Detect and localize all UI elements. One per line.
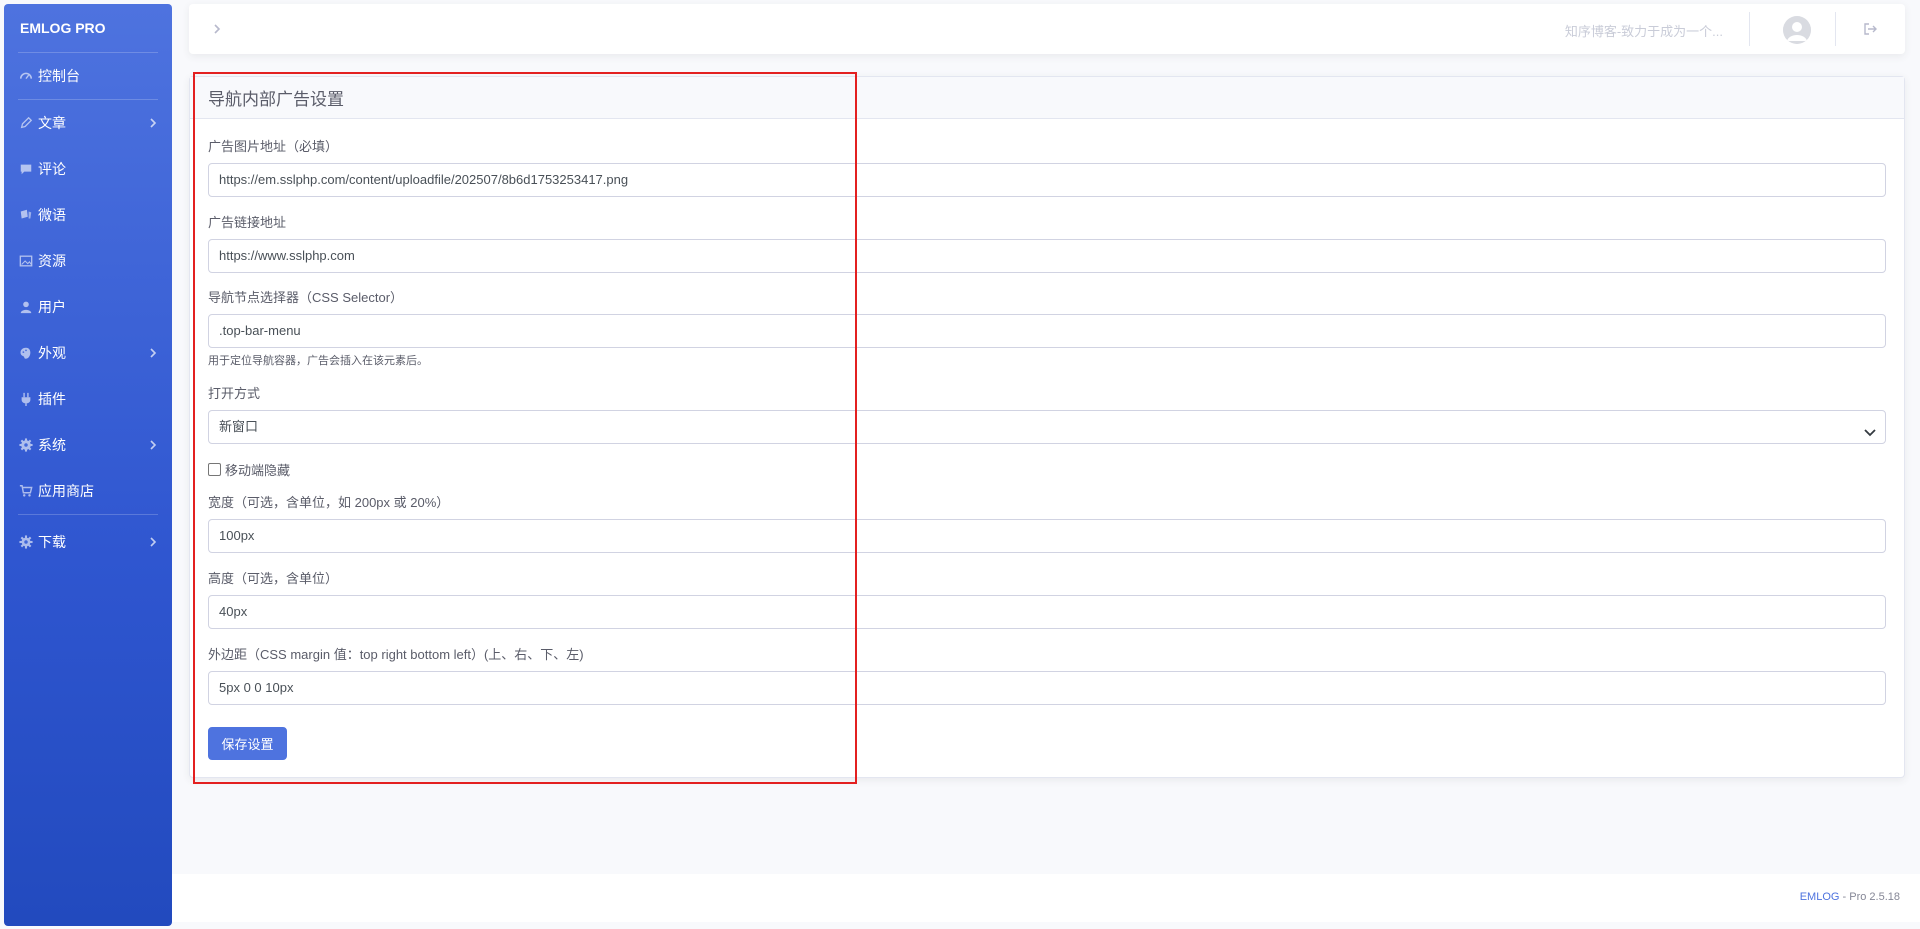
sidebar-item-comments[interactable]: 评论	[4, 146, 172, 192]
footer-text: EMLOG - Pro 2.5.18	[1800, 891, 1900, 903]
margin-group: 外边距（CSS margin 值：top right bottom left）(…	[208, 645, 1886, 705]
selector-group: 导航节点选择器（CSS Selector） .top-bar-menu 用于定位…	[208, 288, 1886, 368]
sidebar-item-system[interactable]: 系统	[4, 422, 172, 468]
chevron-down-icon	[1864, 429, 1876, 437]
sidebar-item-plugins[interactable]: 插件	[4, 376, 172, 422]
sidebar-item-label: 应用商店	[38, 483, 94, 499]
sidebar-item-label: 用户	[38, 299, 66, 315]
sidebar-item-label: 微语	[38, 207, 66, 223]
sidebar-item-media[interactable]: 资源	[4, 238, 172, 284]
pencil-icon	[18, 115, 34, 131]
chevron-right-icon	[150, 537, 157, 547]
height-label: 高度（可选，含单位）	[208, 571, 339, 586]
margin-label: 外边距（CSS margin 值：top right bottom left）(…	[208, 647, 584, 662]
sidebar-item-label: 资源	[38, 253, 66, 269]
height-group: 高度（可选，含单位） 40px	[208, 569, 1886, 629]
width-label: 宽度（可选，含单位，如 200px 或 20%）	[208, 495, 450, 510]
footer: EMLOG - Pro 2.5.18	[172, 874, 1920, 922]
image-icon	[18, 253, 34, 269]
width-input[interactable]: 100px	[208, 519, 1886, 553]
selector-help-text: 用于定位导航容器，广告会插入在该元素后。	[208, 355, 428, 367]
topbar-divider	[1835, 12, 1836, 46]
link-url-group: 广告链接地址 https://www.sslphp.com	[208, 213, 1886, 273]
dashboard-icon	[18, 68, 34, 84]
sidebar-item-app-store[interactable]: 应用商店	[4, 468, 172, 514]
gear-icon	[18, 534, 34, 550]
sidebar-item-download[interactable]: 下载	[4, 519, 172, 565]
selector-input[interactable]: .top-bar-menu	[208, 314, 1886, 348]
brand-logo[interactable]: EMLOG PRO	[4, 4, 172, 52]
mobile-hide-label: 移动端隐藏	[225, 463, 291, 478]
sidebar-item-users[interactable]: 用户	[4, 284, 172, 330]
cart-icon	[18, 483, 34, 499]
palette-icon	[18, 345, 34, 361]
sidebar-item-label: 插件	[38, 391, 66, 407]
chevron-right-icon	[150, 348, 157, 358]
topbar: 知序博客-致力于成为一个...	[189, 4, 1905, 54]
sidebar-item-articles[interactable]: 文章	[4, 100, 172, 146]
height-input[interactable]: 40px	[208, 595, 1886, 629]
image-url-group: 广告图片地址（必填） https://em.sslphp.com/content…	[208, 137, 1886, 197]
site-title-link[interactable]: 知序博客-致力于成为一个...	[1565, 21, 1723, 40]
sidebar-item-label: 评论	[38, 161, 66, 177]
mobile-hide-group: 移动端隐藏	[208, 460, 1886, 479]
sidebar-item-microblog[interactable]: 微语	[4, 192, 172, 238]
margin-input[interactable]: 5px 0 0 10px	[208, 671, 1886, 705]
mobile-hide-checkbox[interactable]	[208, 463, 221, 476]
sidebar: EMLOG PRO 控制台 文章 评论 微语 资源 用户 外观 插件 系统 应用…	[4, 4, 172, 926]
topbar-divider	[1749, 12, 1750, 46]
open-mode-select[interactable]: 新窗口	[208, 410, 1886, 444]
user-icon	[18, 299, 34, 315]
card-title: 导航内部广告设置	[190, 77, 1904, 119]
image-url-label: 广告图片地址（必填）	[208, 139, 339, 154]
chevron-right-icon	[150, 440, 157, 450]
open-mode-group: 打开方式 新窗口	[208, 384, 1886, 444]
twitter-icon	[18, 207, 34, 223]
selector-label: 导航节点选择器（CSS Selector）	[208, 290, 404, 305]
link-url-input[interactable]: https://www.sslphp.com	[208, 239, 1886, 273]
ad-settings-card: 导航内部广告设置 广告图片地址（必填） https://em.sslphp.co…	[189, 76, 1905, 778]
sidebar-divider	[18, 514, 158, 515]
sidebar-item-label: 外观	[38, 345, 66, 361]
sidebar-item-label: 文章	[38, 115, 66, 131]
footer-version: - Pro 2.5.18	[1839, 891, 1901, 903]
chevron-right-icon[interactable]	[211, 22, 223, 36]
sidebar-item-label: 系统	[38, 437, 66, 453]
chevron-right-icon	[150, 118, 157, 128]
gear-icon	[18, 437, 34, 453]
avatar[interactable]	[1783, 16, 1811, 44]
width-group: 宽度（可选，含单位，如 200px 或 20%） 100px	[208, 493, 1886, 553]
comment-icon	[18, 161, 34, 177]
plug-icon	[18, 391, 34, 407]
sidebar-item-appearance[interactable]: 外观	[4, 330, 172, 376]
sidebar-item-dashboard[interactable]: 控制台	[4, 53, 172, 99]
sidebar-item-label: 控制台	[38, 68, 80, 84]
sidebar-item-label: 下载	[38, 534, 66, 550]
open-mode-label: 打开方式	[208, 386, 261, 401]
image-url-input[interactable]: https://em.sslphp.com/content/uploadfile…	[208, 163, 1886, 197]
logout-icon[interactable]	[1863, 22, 1877, 36]
link-url-label: 广告链接地址	[208, 215, 287, 230]
save-settings-button[interactable]: 保存设置	[208, 727, 287, 760]
footer-brand-link[interactable]: EMLOG	[1800, 891, 1840, 903]
